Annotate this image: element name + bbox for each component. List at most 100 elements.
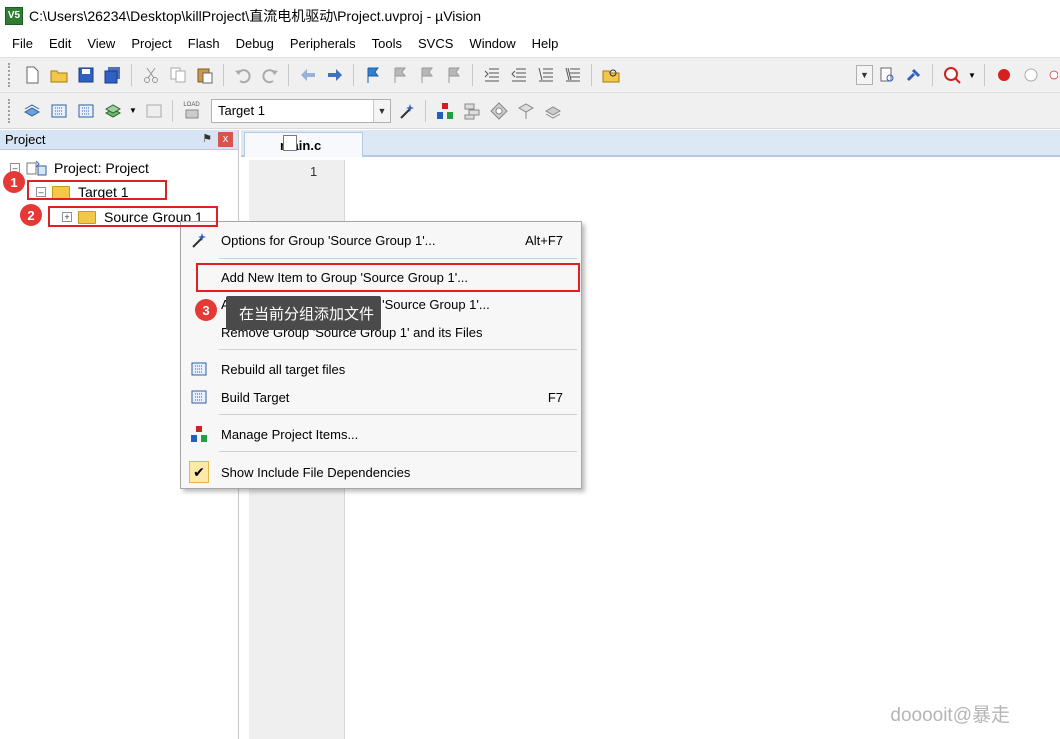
uncomment-icon[interactable] — [561, 64, 584, 87]
menu-item-build-target[interactable]: Build Target F7 — [181, 383, 581, 411]
debug-start-icon[interactable] — [902, 64, 925, 87]
menu-project[interactable]: Project — [123, 33, 179, 55]
step-badge-3: 3 — [195, 299, 217, 321]
download-icon[interactable]: LOAD — [180, 99, 203, 122]
next-bookmark-icon[interactable] — [415, 64, 438, 87]
menu-item-options-for-group[interactable]: Options for Group 'Source Group 1'... Al… — [181, 226, 581, 254]
menu-file[interactable]: File — [4, 33, 41, 55]
menu-separator — [219, 414, 577, 415]
bookmark-icon[interactable] — [361, 64, 384, 87]
menu-help[interactable]: Help — [524, 33, 567, 55]
menu-item-manage-project-items[interactable]: Manage Project Items... — [181, 420, 581, 448]
unindent-icon[interactable] — [507, 64, 530, 87]
project-pane-title: Project — [5, 132, 46, 147]
new-file-icon[interactable] — [20, 64, 43, 87]
previous-bookmark-icon[interactable] — [388, 64, 411, 87]
window-title: C:\Users\26234\Desktop\killProject\直流电机驱… — [29, 7, 482, 24]
watermark: dooooit@暴走 — [890, 705, 1010, 726]
navigate-back-icon[interactable] — [296, 64, 319, 87]
tab-main-c[interactable]: main.c — [244, 132, 363, 157]
highlight-source-group — [48, 206, 218, 227]
menu-edit[interactable]: Edit — [41, 33, 79, 55]
menu-item-label: Rebuild all target files — [221, 361, 346, 377]
paste-icon[interactable] — [193, 64, 216, 87]
find-combo-dropdown[interactable]: ▼ — [856, 65, 873, 85]
rebuild-icon[interactable] — [74, 99, 97, 122]
stop-build-icon[interactable] — [142, 99, 165, 122]
redo-icon[interactable] — [258, 64, 281, 87]
toolbar-grip[interactable] — [8, 63, 12, 87]
menu-separator — [219, 258, 577, 259]
toolbar-separator — [472, 64, 473, 86]
title-bar: V5 C:\Users\26234\Desktop\killProject\直流… — [0, 0, 1060, 31]
pack-installer-icon[interactable] — [514, 99, 537, 122]
breakpoint-disable-icon[interactable] — [1019, 64, 1042, 87]
build-toolbar: ▼ LOAD Target 1 ▼ — [0, 92, 1060, 129]
tree-item-project[interactable]: – Project: Project — [10, 159, 149, 177]
menu-separator — [219, 349, 577, 350]
software-packs-icon[interactable] — [541, 99, 564, 122]
build-icon[interactable] — [47, 99, 70, 122]
indent-icon[interactable] — [480, 64, 503, 87]
batch-build-icon[interactable] — [101, 99, 124, 122]
breakpoint-kill-icon[interactable] — [1046, 64, 1058, 87]
toolbar-separator — [984, 64, 985, 86]
context-menu: Options for Group 'Source Group 1'... Al… — [180, 221, 582, 489]
menu-item-label: Options for Group 'Source Group 1'... — [221, 232, 436, 248]
rebuild-icon — [189, 359, 209, 379]
target-options-icon[interactable] — [395, 99, 418, 122]
breakpoint-insert-icon[interactable] — [992, 64, 1015, 87]
translate-icon[interactable] — [20, 99, 43, 122]
menu-view[interactable]: View — [79, 33, 123, 55]
project-icon — [26, 160, 47, 176]
manage-run-time-icon[interactable] — [487, 99, 510, 122]
toolbar-separator — [172, 99, 173, 122]
start-debug-session-icon[interactable] — [940, 64, 963, 87]
menu-item-rebuild-all[interactable]: Rebuild all target files — [181, 355, 581, 383]
toolbar-separator — [131, 64, 132, 86]
toolbar-separator — [932, 64, 933, 86]
step-badge-2: 2 — [20, 204, 42, 226]
comment-icon[interactable] — [534, 64, 557, 87]
open-folder-icon[interactable] — [47, 64, 70, 87]
target-select[interactable]: Target 1 ▼ — [211, 98, 391, 123]
save-icon[interactable] — [74, 64, 97, 87]
debug-dropdown-icon[interactable]: ▼ — [967, 64, 977, 87]
manage-project-items-icon — [189, 424, 209, 444]
toolbar-grip[interactable] — [8, 98, 12, 123]
menu-window[interactable]: Window — [461, 33, 523, 55]
file-toolbar: ▼ ▼ — [0, 57, 1060, 92]
find-in-files-icon[interactable] — [599, 64, 622, 87]
clear-bookmarks-icon[interactable] — [442, 64, 465, 87]
cut-icon[interactable] — [139, 64, 162, 87]
close-pane-button[interactable]: x — [218, 132, 233, 147]
chevron-down-icon[interactable]: ▼ — [373, 99, 390, 122]
toolbar-separator — [223, 64, 224, 86]
menu-separator — [219, 451, 577, 452]
incremental-find-icon[interactable] — [875, 64, 898, 87]
uvision-app-icon: V5 — [5, 6, 23, 25]
menu-item-shortcut: F7 — [547, 389, 563, 405]
build-icon — [189, 387, 209, 407]
menu-tools[interactable]: Tools — [364, 33, 410, 55]
manage-project-items-icon[interactable] — [433, 99, 456, 122]
menu-item-show-include-deps[interactable]: ✔ Show Include File Dependencies — [181, 458, 581, 486]
copy-icon[interactable] — [166, 64, 189, 87]
select-packs-icon[interactable] — [460, 99, 483, 122]
editor-tab-strip: main.c — [241, 130, 1060, 157]
menu-flash[interactable]: Flash — [180, 33, 228, 55]
c-file-icon — [283, 135, 297, 151]
menu-svcs[interactable]: SVCS — [410, 33, 461, 55]
menu-bar: File Edit View Project Flash Debug Perip… — [0, 31, 1060, 56]
target-select-value: Target 1 — [218, 103, 265, 118]
pin-icon[interactable]: ⚑ — [202, 132, 212, 145]
toolbar-separator — [591, 64, 592, 86]
save-all-icon[interactable] — [101, 64, 124, 87]
menu-peripherals[interactable]: Peripherals — [282, 33, 364, 55]
menu-debug[interactable]: Debug — [228, 33, 282, 55]
undo-icon[interactable] — [231, 64, 254, 87]
menu-item-label: Manage Project Items... — [221, 426, 359, 442]
navigate-forward-icon[interactable] — [323, 64, 346, 87]
step-badge-1: 1 — [3, 171, 25, 193]
batch-dropdown-icon[interactable]: ▼ — [128, 99, 138, 122]
